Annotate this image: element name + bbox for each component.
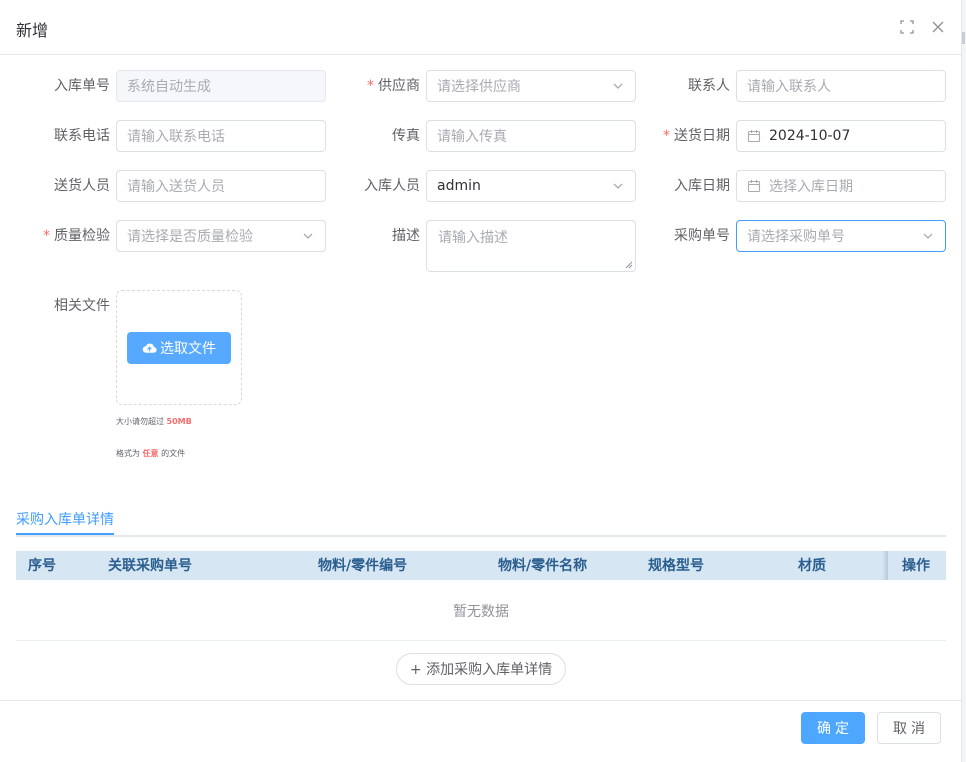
chevron-down-icon (923, 233, 933, 239)
tab-active-bar (16, 533, 114, 535)
col-material: 材质 (798, 558, 826, 574)
select-file-button[interactable]: 选取文件 (127, 332, 231, 364)
add-detail-button[interactable]: + 添加采购入库单详情 (396, 653, 566, 685)
description-textarea[interactable]: 请输入描述 (426, 220, 636, 272)
fax-placeholder: 请输入传真 (437, 129, 507, 145)
tip-format-suffix: 的文件 (161, 449, 186, 458)
tip-size-mid: 请勿超过 (132, 417, 164, 426)
add-dialog: 新增 入库单号 系统自动生成 * 供应商 请选择供应商 联系人 请输入联系人 联系… (0, 0, 962, 762)
inbound-no-placeholder: 系统自动生成 (127, 79, 211, 95)
inbound-person-value: admin (437, 178, 481, 194)
delivery-date-label-text: 送货日期 (674, 128, 730, 144)
confirm-button[interactable]: 确定 (801, 712, 865, 744)
cloud-upload-icon (142, 343, 157, 353)
phone-label: 联系电话 (54, 128, 110, 144)
tip-size-prefix: 大小 (116, 417, 132, 426)
calendar-icon (747, 130, 761, 143)
file-upload-area[interactable]: 选取文件 (116, 290, 242, 405)
col-material-code: 物料/零件编号 (318, 558, 408, 574)
purchase-no-placeholder: 请选择采购单号 (747, 229, 845, 245)
required-mark: * (43, 228, 50, 244)
supplier-label-text: 供应商 (378, 78, 420, 94)
fullscreen-icon[interactable] (898, 18, 916, 36)
supplier-label: * 供应商 (310, 70, 420, 102)
fixed-column-shadow (882, 551, 888, 580)
table-empty-text: 暂无数据 (453, 604, 509, 620)
tip-format-value: 任意 (142, 449, 159, 458)
delivery-person-input[interactable]: 请输入送货人员 (116, 170, 326, 202)
dialog-footer: 确定 取消 (0, 700, 962, 762)
inbound-date-picker[interactable]: 选择入库日期 (736, 170, 946, 202)
delivery-date-picker[interactable]: 2024-10-07 (736, 120, 946, 152)
table-header: 序号 关联采购单号 物料/零件编号 物料/零件名称 规格型号 材质 操作 (16, 551, 946, 580)
tip-size-value: 50MB (166, 417, 192, 426)
contact-label: 联系人 (688, 78, 730, 94)
detail-table: 序号 关联采购单号 物料/零件编号 物料/零件名称 规格型号 材质 操作 暂无数… (16, 549, 946, 641)
inbound-no-label: 入库单号 (54, 78, 110, 94)
file-format-tip: 格式为 任意 的文件 (116, 448, 185, 459)
phone-placeholder: 请输入联系电话 (127, 129, 225, 145)
delivery-person-placeholder: 请输入送货人员 (127, 179, 225, 195)
required-mark: * (663, 128, 670, 144)
select-file-label: 选取文件 (160, 341, 216, 357)
inbound-date-placeholder: 选择入库日期 (769, 179, 853, 195)
quality-check-select[interactable]: 请选择是否质量检验 (116, 220, 326, 252)
col-index: 序号 (28, 558, 56, 574)
contact-placeholder: 请输入联系人 (747, 79, 831, 95)
col-spec: 规格型号 (648, 558, 704, 574)
purchase-no-select[interactable]: 请选择采购单号 (736, 220, 946, 252)
page-edge-mark (962, 32, 965, 44)
quality-check-label-text: 质量检验 (54, 228, 110, 244)
phone-input[interactable]: 请输入联系电话 (116, 120, 326, 152)
col-purchase-no: 关联采购单号 (108, 558, 192, 574)
tab-purchase-inbound-detail[interactable]: 采购入库单详情 (16, 509, 114, 529)
fax-label: 传真 (392, 128, 420, 144)
quality-check-label: * 质量检验 (0, 220, 110, 252)
cancel-button[interactable]: 取消 (877, 712, 941, 744)
inbound-date-label: 入库日期 (674, 178, 730, 194)
file-size-tip: 大小请勿超过 50MB (116, 416, 192, 427)
tip-format-prefix: 格式为 (116, 449, 140, 458)
dialog-title: 新增 (16, 21, 49, 40)
inbound-no-field: 系统自动生成 (116, 70, 326, 102)
description-label: 描述 (392, 228, 420, 244)
resize-grip-icon[interactable] (625, 261, 633, 269)
delivery-person-label: 送货人员 (54, 178, 110, 194)
inbound-person-select[interactable]: admin (426, 170, 636, 202)
delivery-date-label: * 送货日期 (620, 120, 730, 152)
supplier-placeholder: 请选择供应商 (437, 79, 521, 95)
col-actions: 操作 (902, 558, 930, 574)
description-placeholder: 请输入描述 (438, 230, 508, 246)
delivery-date-value: 2024-10-07 (769, 128, 851, 144)
dialog-header: 新增 (0, 0, 962, 55)
contact-input[interactable]: 请输入联系人 (736, 70, 946, 102)
quality-check-placeholder: 请选择是否质量检验 (127, 229, 253, 245)
fax-input[interactable]: 请输入传真 (426, 120, 636, 152)
files-label: 相关文件 (54, 298, 110, 314)
purchase-no-label: 采购单号 (674, 228, 730, 244)
close-icon[interactable] (929, 18, 947, 36)
col-material-name: 物料/零件名称 (498, 558, 588, 574)
inbound-person-label: 入库人员 (364, 178, 420, 194)
required-mark: * (367, 78, 374, 94)
detail-tabs: 采购入库单详情 (16, 500, 946, 537)
supplier-select[interactable]: 请选择供应商 (426, 70, 636, 102)
calendar-icon (747, 180, 761, 193)
page-edge-strip (962, 0, 966, 762)
